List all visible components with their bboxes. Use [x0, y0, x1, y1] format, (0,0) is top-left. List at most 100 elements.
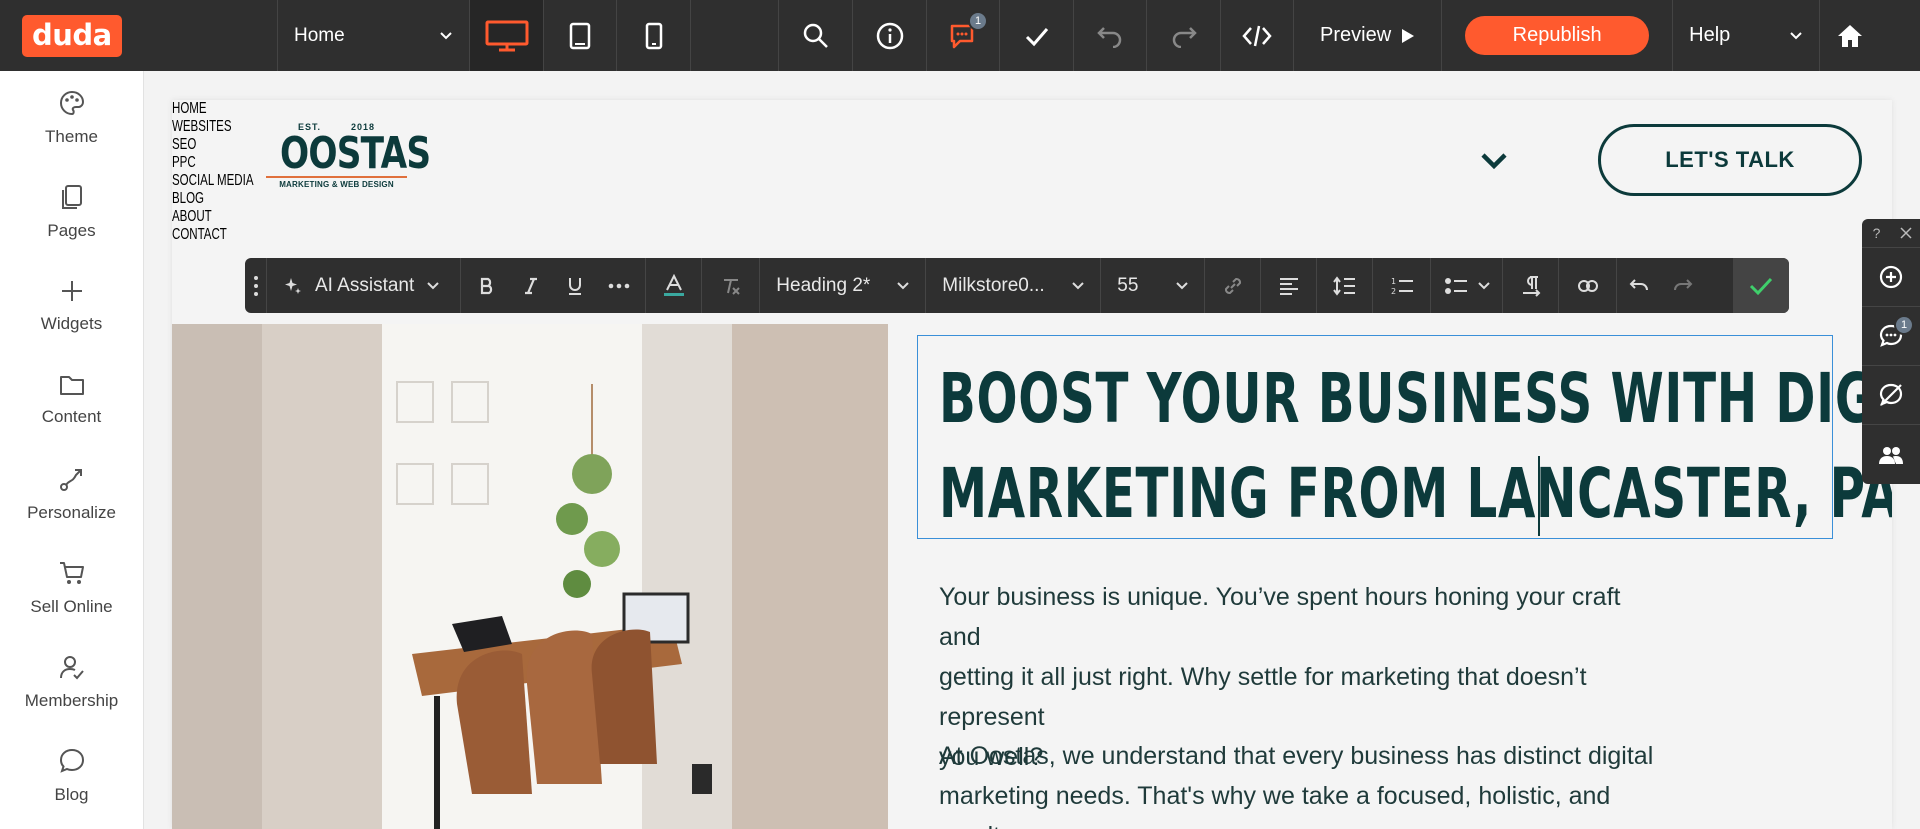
chevron-down-icon [1072, 281, 1084, 289]
code-icon [1242, 25, 1272, 46]
chevron-down-icon [1790, 31, 1802, 39]
sidebar-item-content[interactable]: Content [0, 353, 143, 447]
home-icon [1837, 24, 1862, 47]
right-tools-panel: ? 1 [1862, 219, 1920, 484]
nav-label: SOCIAL MEDIA [172, 172, 254, 189]
nav-label: CONTACT [172, 226, 227, 243]
sidebar-item-label: Membership [24, 691, 119, 710]
font-size-select[interactable]: 55 [1101, 258, 1206, 313]
panel-comments-button[interactable]: 1 [1862, 307, 1920, 366]
sidebar-item-pages[interactable]: Pages [0, 165, 143, 259]
bold-button[interactable] [465, 277, 509, 295]
editor-redo-button[interactable] [1661, 258, 1705, 313]
italic-button[interactable] [509, 277, 553, 295]
page-selector[interactable]: Home [278, 0, 470, 71]
desktop-view-button[interactable] [470, 0, 544, 71]
comments-button[interactable]: 1 [927, 0, 1000, 71]
panel-close-button[interactable] [1891, 219, 1920, 247]
info-icon [876, 22, 903, 49]
connect-icon [1577, 279, 1598, 292]
text-direction-button[interactable] [1503, 258, 1560, 313]
palette-icon [59, 90, 84, 116]
home-button[interactable] [1820, 0, 1879, 71]
collaborators-button[interactable] [1862, 425, 1920, 484]
line-height-button[interactable] [1317, 258, 1374, 313]
bullet-list-button[interactable] [1431, 258, 1504, 313]
mobile-icon [645, 22, 662, 49]
mobile-view-button[interactable] [617, 0, 691, 71]
editor-undo-button[interactable] [1617, 258, 1661, 313]
nav-home[interactable]: HOME [172, 100, 1892, 118]
text-style-select[interactable]: Heading 2* [760, 258, 927, 313]
folder-icon [59, 376, 84, 395]
sidebar-item-membership[interactable]: Membership [0, 635, 143, 729]
sidebar-item-blog[interactable]: Blog [0, 729, 143, 823]
font-size-value: 55 [1117, 274, 1139, 296]
republish-button[interactable]: Republish [1465, 16, 1650, 55]
search-button[interactable] [779, 0, 853, 71]
nav-about[interactable]: ABOUT [172, 208, 1892, 226]
pages-icon [61, 185, 82, 209]
nav-label: HOME [172, 100, 207, 117]
intro-paragraph-line: getting it all just right. Why settle fo… [939, 663, 1587, 731]
top-toolbar: duda Home 1 Preview Republish Help [0, 0, 1920, 71]
sidebar-item-widgets[interactable]: Widgets [0, 259, 143, 353]
site-logo[interactable]: EST. 2018 OOSTAS MARKETING & WEB DESIGN [264, 122, 431, 200]
checkmark-icon [1025, 27, 1048, 46]
chevron-down-icon[interactable] [1480, 152, 1508, 170]
clear-format-button[interactable] [702, 258, 761, 313]
hero-heading-line-2: MARKETING FROM LANCASTER, PA [939, 454, 1892, 534]
lets-talk-button[interactable]: LET'S TALK [1598, 124, 1862, 196]
plus-icon [61, 281, 82, 301]
chevron-down-icon [897, 281, 909, 289]
dynamic-content-button[interactable] [1559, 258, 1618, 313]
underline-button[interactable] [553, 276, 597, 296]
nav-contact[interactable]: CONTACT [172, 226, 1892, 244]
chevron-down-icon [1478, 281, 1490, 289]
svg-text:1: 1 [1391, 277, 1396, 286]
help-menu[interactable]: Help [1672, 0, 1821, 71]
preview-button[interactable]: Preview [1294, 0, 1443, 71]
sidebar-item-theme[interactable]: Theme [0, 71, 143, 165]
text-edit-toolbar: AI Assistant Heading 2* Milkstore0... 55… [245, 258, 1789, 313]
redo-button[interactable] [1147, 0, 1221, 71]
text-color-button[interactable] [646, 258, 703, 313]
undo-button[interactable] [1074, 0, 1147, 71]
ai-assistant-button[interactable]: AI Assistant [267, 258, 462, 313]
sidebar-item-label: Pages [47, 221, 96, 240]
text-color-icon [663, 273, 684, 296]
sidebar-item-sell-online[interactable]: Sell Online [0, 541, 143, 635]
align-left-icon [1279, 277, 1298, 295]
checklist-button[interactable] [1000, 0, 1074, 71]
duda-logo[interactable]: duda [22, 14, 122, 57]
sidebar-item-label: Widgets [40, 314, 103, 333]
dev-mode-button[interactable] [1221, 0, 1294, 71]
hero-heading[interactable]: BOOST YOUR BUSINESS WITH DIGITAL MARKETI… [939, 352, 1892, 542]
nav-label: ABOUT [172, 208, 212, 225]
left-sidebar: Theme Pages Widgets Content Personalize … [0, 71, 144, 829]
font-family-select[interactable]: Milkstore0... [926, 258, 1102, 313]
second-paragraph[interactable]: At Oostas, we understand that every busi… [939, 736, 1659, 829]
toolbar-spacer [691, 0, 779, 71]
align-button[interactable] [1261, 258, 1318, 313]
tablet-view-button[interactable] [544, 0, 617, 71]
link-button[interactable] [1205, 258, 1262, 313]
sidebar-item-personalize[interactable]: Personalize [0, 447, 143, 541]
numbered-list-button[interactable]: 12 [1373, 258, 1432, 313]
confirm-edit-button[interactable] [1733, 258, 1789, 313]
desktop-icon [485, 20, 528, 51]
toolbar-drag-handle[interactable] [245, 258, 267, 313]
hide-comments-button[interactable] [1862, 366, 1920, 425]
duda-logo-area: duda [0, 0, 278, 71]
add-element-button[interactable] [1862, 248, 1920, 307]
info-button[interactable] [853, 0, 927, 71]
hero-image[interactable] [172, 324, 888, 829]
panel-help-button[interactable]: ? [1862, 219, 1891, 247]
link-icon [1224, 277, 1241, 294]
more-formats-button[interactable] [597, 283, 641, 289]
chevron-down-icon [440, 31, 452, 39]
drag-handle-icon [253, 275, 258, 296]
sidebar-item-label: Personalize [27, 503, 116, 522]
clear-format-icon [723, 278, 740, 295]
chevron-down-icon [1176, 281, 1188, 289]
